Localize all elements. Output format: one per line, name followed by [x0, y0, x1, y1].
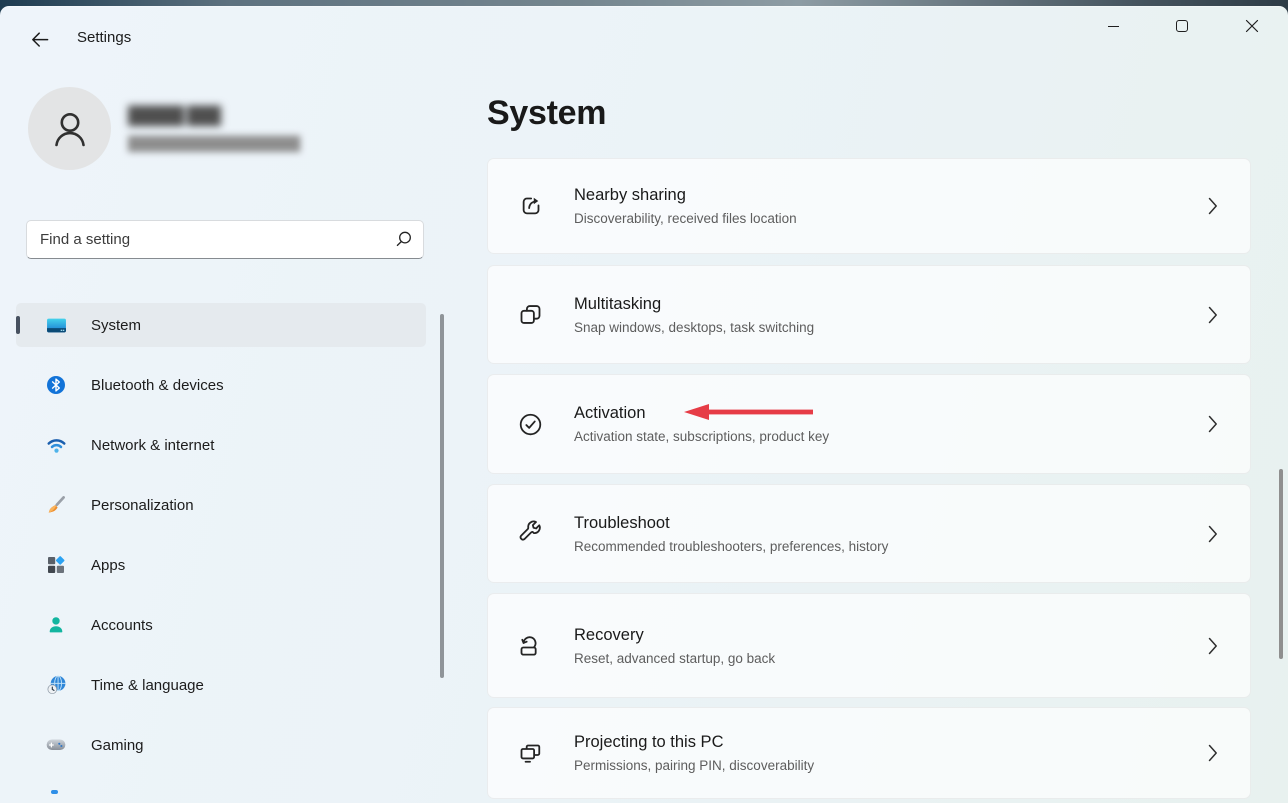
- minimize-icon: [1108, 26, 1119, 27]
- sidebar-item-partial[interactable]: [51, 790, 58, 794]
- card-nearby-sharing[interactable]: Nearby sharing Discoverability, received…: [487, 158, 1251, 254]
- card-subtitle: Activation state, subscriptions, product…: [574, 429, 829, 444]
- gamepad-icon: [44, 733, 68, 757]
- card-subtitle: Permissions, pairing PIN, discoverabilit…: [574, 758, 814, 773]
- avatar: [28, 87, 111, 170]
- sidebar-item-apps[interactable]: Apps: [16, 543, 426, 587]
- card-title: Multitasking: [574, 295, 814, 314]
- chevron-right-icon: [1208, 743, 1218, 763]
- back-button[interactable]: [22, 23, 58, 57]
- maximize-button[interactable]: [1159, 7, 1205, 45]
- wifi-icon: [44, 433, 68, 457]
- sidebar-item-label: Personalization: [91, 497, 194, 514]
- chevron-right-icon: [1208, 524, 1218, 544]
- recovery-box-icon: [516, 632, 544, 660]
- chevron-right-icon: [1208, 636, 1218, 656]
- sidebar-item-bluetooth-devices[interactable]: Bluetooth & devices: [16, 363, 426, 407]
- person-icon: [44, 613, 68, 637]
- globe-clock-icon: [44, 673, 68, 697]
- projecting-screens-icon: [516, 739, 544, 767]
- sidebar-item-label: Time & language: [91, 677, 204, 694]
- search-box: [26, 220, 424, 259]
- display-icon: [44, 313, 68, 337]
- selected-indicator: [16, 316, 20, 334]
- search-icon: [395, 230, 413, 253]
- sidebar-item-system[interactable]: System: [16, 303, 426, 347]
- close-button[interactable]: [1229, 7, 1275, 45]
- sidebar-item-label: Bluetooth & devices: [91, 377, 224, 394]
- card-subtitle: Reset, advanced startup, go back: [574, 651, 775, 666]
- minimize-button[interactable]: [1090, 7, 1136, 45]
- card-text: Recovery Reset, advanced startup, go bac…: [574, 626, 775, 666]
- card-title: Recovery: [574, 626, 775, 645]
- share-icon: [516, 192, 544, 220]
- maximize-icon: [1176, 20, 1188, 32]
- sidebar-item-accounts[interactable]: Accounts: [16, 603, 426, 647]
- card-title: Troubleshoot: [574, 514, 888, 533]
- sidebar-item-label: Gaming: [91, 737, 144, 754]
- chevron-right-icon: [1208, 305, 1218, 325]
- card-text: Nearby sharing Discoverability, received…: [574, 186, 797, 226]
- card-subtitle: Snap windows, desktops, task switching: [574, 320, 814, 335]
- user-email: ████████████████████: [128, 136, 299, 151]
- card-text: Activation Activation state, subscriptio…: [574, 404, 829, 444]
- card-projecting-to-this-pc[interactable]: Projecting to this PC Permissions, pairi…: [487, 707, 1251, 799]
- sidebar-item-label: System: [91, 317, 141, 334]
- sidebar-item-time-language[interactable]: Time & language: [16, 663, 426, 707]
- sidebar-item-network-internet[interactable]: Network & internet: [16, 423, 426, 467]
- sidebar-scrollbar[interactable]: [440, 314, 444, 678]
- overlapping-windows-icon: [516, 301, 544, 329]
- page-title: System: [487, 94, 606, 133]
- settings-window: Settings █████ ███ ████████████████████: [0, 6, 1288, 803]
- app-title: Settings: [77, 29, 131, 46]
- search-input[interactable]: [26, 220, 424, 259]
- card-title: Activation: [574, 404, 829, 423]
- apps-grid-icon: [44, 553, 68, 577]
- sidebar-item-gaming[interactable]: Gaming: [16, 723, 426, 767]
- close-icon: [1245, 19, 1259, 33]
- card-text: Projecting to this PC Permissions, pairi…: [574, 733, 814, 773]
- sidebar-item-label: Accounts: [91, 617, 153, 634]
- card-title: Projecting to this PC: [574, 733, 814, 752]
- card-title: Nearby sharing: [574, 186, 797, 205]
- sidebar-item-label: Network & internet: [91, 437, 214, 454]
- card-text: Troubleshoot Recommended troubleshooters…: [574, 514, 888, 554]
- card-subtitle: Recommended troubleshooters, preferences…: [574, 539, 888, 554]
- chevron-right-icon: [1208, 196, 1218, 216]
- wrench-icon: [516, 520, 544, 548]
- card-recovery[interactable]: Recovery Reset, advanced startup, go bac…: [487, 593, 1251, 698]
- card-text: Multitasking Snap windows, desktops, tas…: [574, 295, 814, 335]
- back-arrow-icon: [30, 30, 50, 50]
- card-troubleshoot[interactable]: Troubleshoot Recommended troubleshooters…: [487, 484, 1251, 583]
- person-silhouette-icon: [47, 106, 93, 152]
- content-scrollbar[interactable]: [1279, 469, 1283, 659]
- card-multitasking[interactable]: Multitasking Snap windows, desktops, tas…: [487, 265, 1251, 364]
- checkmark-circle-icon: [516, 410, 544, 438]
- bluetooth-icon: [44, 373, 68, 397]
- user-name: █████ ███: [128, 106, 220, 126]
- paintbrush-icon: [44, 493, 68, 517]
- sidebar-item-personalization[interactable]: Personalization: [16, 483, 426, 527]
- card-activation[interactable]: Activation Activation state, subscriptio…: [487, 374, 1251, 474]
- chevron-right-icon: [1208, 414, 1218, 434]
- sidebar-item-label: Apps: [91, 557, 125, 574]
- card-subtitle: Discoverability, received files location: [574, 211, 797, 226]
